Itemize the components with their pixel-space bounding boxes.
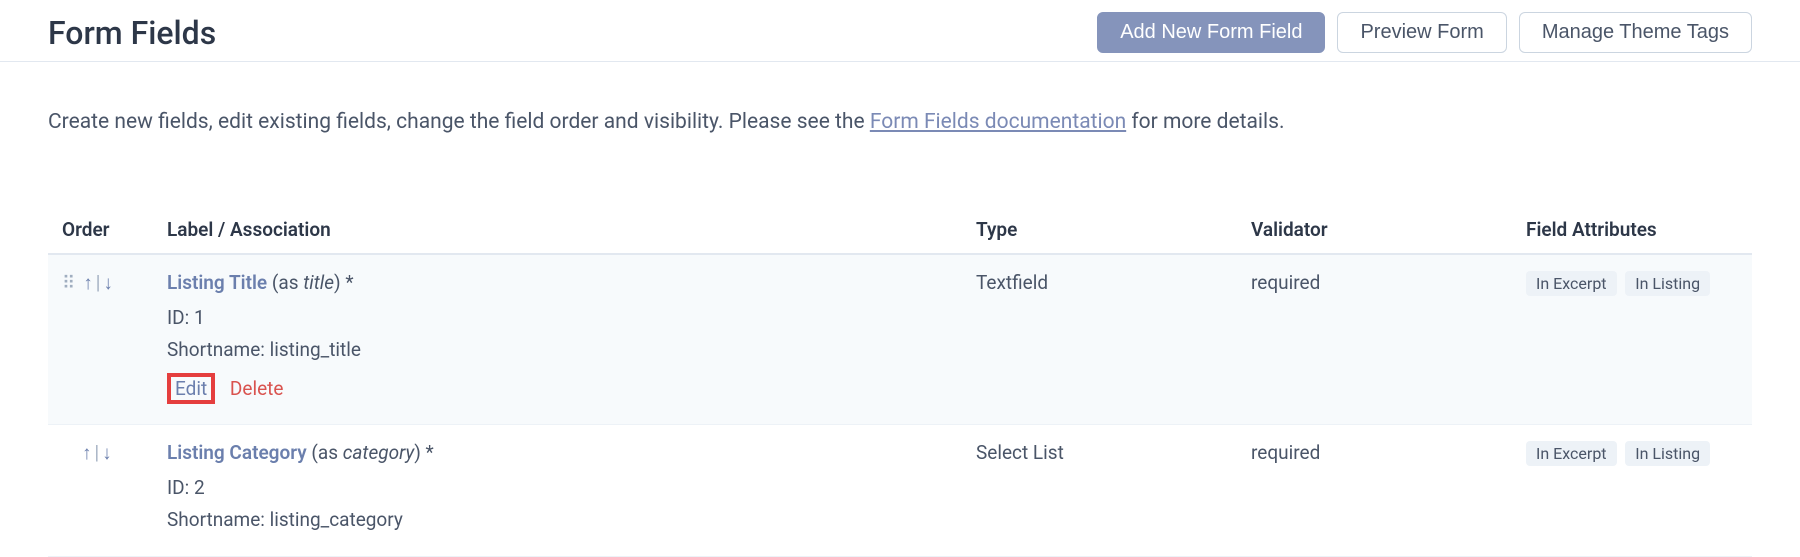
add-new-form-field-button[interactable]: Add New Form Field bbox=[1097, 12, 1325, 53]
field-shortname: Shortname: listing_title bbox=[167, 334, 948, 366]
move-down-icon[interactable]: ↓ bbox=[102, 441, 112, 464]
table-row: ⠿ ↑|↓ Listing Title (as title) * ID: 1 Sh… bbox=[48, 254, 1752, 424]
header-buttons: Add New Form Field Preview Form Manage T… bbox=[1097, 12, 1752, 53]
order-separator: | bbox=[96, 271, 101, 294]
field-id: ID: 1 bbox=[167, 302, 948, 334]
col-label-assoc: Label / Association bbox=[153, 206, 962, 254]
attribute-badge: In Excerpt bbox=[1526, 441, 1617, 466]
validator-cell: required bbox=[1237, 254, 1512, 424]
move-down-icon[interactable]: ↓ bbox=[103, 271, 113, 294]
manage-theme-tags-button[interactable]: Manage Theme Tags bbox=[1519, 12, 1752, 53]
attribute-badge: In Excerpt bbox=[1526, 271, 1617, 296]
field-shortname: Shortname: listing_category bbox=[167, 504, 948, 536]
drag-handle-icon[interactable]: ⠿ bbox=[62, 273, 73, 294]
field-id: ID: 2 bbox=[167, 472, 948, 504]
order-separator: | bbox=[95, 441, 100, 464]
type-cell: Select List bbox=[962, 424, 1237, 557]
intro-prefix: Create new fields, edit existing fields,… bbox=[48, 110, 870, 134]
field-assoc: (as category) * bbox=[307, 441, 434, 464]
attributes-cell: In Excerpt In Listing bbox=[1512, 424, 1752, 557]
col-validator: Validator bbox=[1237, 206, 1512, 254]
content: Create new fields, edit existing fields,… bbox=[0, 62, 1800, 557]
attributes-cell: In Excerpt In Listing bbox=[1512, 254, 1752, 424]
field-meta: ID: 1 Shortname: listing_title bbox=[167, 302, 948, 367]
docs-link[interactable]: Form Fields documentation bbox=[870, 110, 1126, 134]
page-title: Form Fields bbox=[48, 14, 216, 52]
preview-form-button[interactable]: Preview Form bbox=[1337, 12, 1506, 53]
attribute-badge: In Listing bbox=[1625, 271, 1710, 296]
field-meta: ID: 2 Shortname: listing_category bbox=[167, 472, 948, 537]
order-cell: ⠿ ↑|↓ bbox=[48, 254, 153, 424]
row-actions: Edit Delete bbox=[167, 373, 948, 404]
field-label[interactable]: Listing Title bbox=[167, 271, 267, 294]
move-up-icon[interactable]: ↑ bbox=[82, 441, 92, 464]
table-row: ↑|↓ Listing Category (as category) * ID:… bbox=[48, 424, 1752, 557]
intro-suffix: for more details. bbox=[1126, 110, 1284, 134]
delete-link[interactable]: Delete bbox=[230, 377, 284, 400]
fields-table-wrap: Order Label / Association Type Validator… bbox=[48, 206, 1752, 557]
attribute-badge: In Listing bbox=[1625, 441, 1710, 466]
col-type: Type bbox=[962, 206, 1237, 254]
col-order: Order bbox=[48, 206, 153, 254]
page-header: Form Fields Add New Form Field Preview F… bbox=[0, 0, 1800, 62]
order-cell: ↑|↓ bbox=[48, 424, 153, 557]
type-cell: Textfield bbox=[962, 254, 1237, 424]
field-assoc: (as title) * bbox=[267, 271, 353, 294]
label-cell: Listing Title (as title) * ID: 1 Shortna… bbox=[153, 254, 962, 424]
fields-table: Order Label / Association Type Validator… bbox=[48, 206, 1752, 557]
col-attributes: Field Attributes bbox=[1512, 206, 1752, 254]
field-label[interactable]: Listing Category bbox=[167, 441, 307, 464]
edit-link[interactable]: Edit bbox=[167, 373, 215, 404]
label-cell: Listing Category (as category) * ID: 2 S… bbox=[153, 424, 962, 557]
move-up-icon[interactable]: ↑ bbox=[83, 271, 93, 294]
validator-cell: required bbox=[1237, 424, 1512, 557]
intro-text: Create new fields, edit existing fields,… bbox=[48, 110, 1752, 134]
